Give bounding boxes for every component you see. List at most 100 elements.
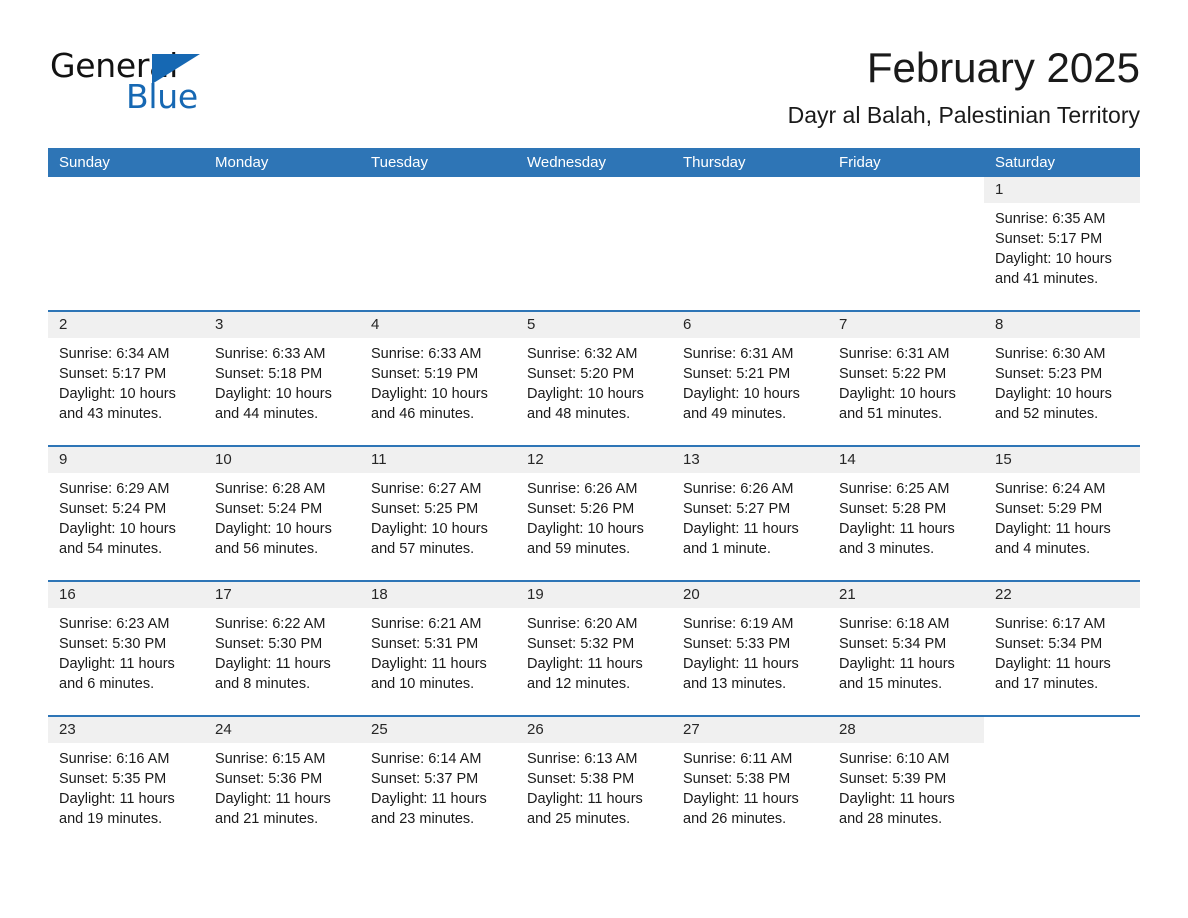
weekday-friday: Friday [839,154,881,172]
day-number: 6 [683,316,692,334]
day-number-strip [516,177,672,203]
calendar-day-cell[interactable]: 3 Sunrise: 6:33 AM Sunset: 5:18 PM Daylight… [204,312,360,446]
day-details: Sunrise: 6:11 AM Sunset: 5:38 PM Daylight:… [672,743,828,829]
calendar-day-cell[interactable]: 12 Sunrise: 6:26 AM Sunset: 5:26 PM Dayligh… [516,447,672,581]
calendar-day-cell[interactable]: 22 Sunrise: 6:17 AM Sunset: 5:34 PM Dayligh… [984,582,1140,716]
day-number: 1 [995,181,1004,199]
sunset-text: Sunset: 5:18 PM [215,366,323,383]
day-number: 27 [683,721,700,739]
day-number: 16 [59,586,76,604]
calendar-day-cell-empty [360,177,516,311]
calendar-day-cell[interactable]: 27 Sunrise: 6:11 AM Sunset: 5:38 PM Dayligh… [672,717,828,851]
day-number-strip: 18 [360,582,516,609]
day-number-strip: 14 [828,447,984,474]
day-number: 10 [215,451,232,469]
day-number-strip: 28 [828,717,984,744]
calendar-day-cell-empty [516,177,672,311]
daylight-text: Daylight: 11 hours and 25 minutes. [527,791,643,828]
sunset-text: Sunset: 5:30 PM [59,636,167,653]
calendar-day-cell[interactable]: 4 Sunrise: 6:33 AM Sunset: 5:19 PM Daylight… [360,312,516,446]
calendar-day-cell[interactable]: 1 Sunrise: 6:35 AM Sunset: 5:17 PM Daylight… [984,177,1140,311]
day-number-strip: 16 [48,582,204,609]
calendar-day-cell-empty [828,177,984,311]
sunset-text: Sunset: 5:38 PM [527,771,635,788]
daylight-text: Daylight: 11 hours and 15 minutes. [839,656,955,693]
day-number: 14 [839,451,856,469]
calendar-day-cell[interactable]: 6 Sunrise: 6:31 AM Sunset: 5:21 PM Daylight… [672,312,828,446]
daylight-text: Daylight: 11 hours and 12 minutes. [527,656,643,693]
calendar-day-cell[interactable]: 14 Sunrise: 6:25 AM Sunset: 5:28 PM Dayligh… [828,447,984,581]
day-details: Sunrise: 6:34 AM Sunset: 5:17 PM Daylight:… [48,338,204,424]
day-number-strip: 5 [516,312,672,339]
day-number: 25 [371,721,388,739]
sunrise-text: Sunrise: 6:25 AM [839,481,950,498]
calendar-day-cell[interactable]: 19 Sunrise: 6:20 AM Sunset: 5:32 PM Dayligh… [516,582,672,716]
day-number-strip: 8 [984,312,1140,339]
sunrise-text: Sunrise: 6:13 AM [527,751,638,768]
daylight-text: Daylight: 11 hours and 1 minute. [683,521,799,558]
daylight-text: Daylight: 11 hours and 8 minutes. [215,656,331,693]
calendar-day-cell-empty [984,717,1140,851]
day-number: 12 [527,451,544,469]
calendar-day-cell[interactable]: 26 Sunrise: 6:13 AM Sunset: 5:38 PM Dayligh… [516,717,672,851]
calendar-day-cell[interactable]: 21 Sunrise: 6:18 AM Sunset: 5:34 PM Dayligh… [828,582,984,716]
calendar-page: General Blue February 2025 Dayr al Balah… [0,0,1188,918]
day-number: 3 [215,316,224,334]
calendar-day-cell[interactable]: 24 Sunrise: 6:15 AM Sunset: 5:36 PM Dayligh… [204,717,360,851]
day-number-strip [360,177,516,203]
day-number-strip: 13 [672,447,828,474]
daylight-text: Daylight: 10 hours and 43 minutes. [59,386,176,423]
sunrise-text: Sunrise: 6:30 AM [995,346,1106,363]
sunset-text: Sunset: 5:19 PM [371,366,479,383]
title-block: February 2025 Dayr al Balah, Palestinian… [788,44,1140,128]
sunset-text: Sunset: 5:30 PM [215,636,323,653]
calendar-day-cell[interactable]: 28 Sunrise: 6:10 AM Sunset: 5:39 PM Dayligh… [828,717,984,851]
day-number: 9 [59,451,68,469]
calendar-day-cell[interactable]: 15 Sunrise: 6:24 AM Sunset: 5:29 PM Dayligh… [984,447,1140,581]
sunrise-text: Sunrise: 6:23 AM [59,616,170,633]
day-details: Sunrise: 6:16 AM Sunset: 5:35 PM Daylight:… [48,743,204,829]
day-number: 4 [371,316,380,334]
weekday-saturday: Saturday [995,154,1056,172]
day-number-strip: 15 [984,447,1140,474]
day-details: Sunrise: 6:32 AM Sunset: 5:20 PM Daylight:… [516,338,672,424]
calendar-day-cell[interactable]: 10 Sunrise: 6:28 AM Sunset: 5:24 PM Dayligh… [204,447,360,581]
calendar-day-cell[interactable]: 18 Sunrise: 6:21 AM Sunset: 5:31 PM Dayligh… [360,582,516,716]
sunrise-text: Sunrise: 6:27 AM [371,481,482,498]
daylight-text: Daylight: 11 hours and 13 minutes. [683,656,799,693]
calendar-day-cell[interactable]: 8 Sunrise: 6:30 AM Sunset: 5:23 PM Daylight… [984,312,1140,446]
calendar-day-cell[interactable]: 7 Sunrise: 6:31 AM Sunset: 5:22 PM Daylight… [828,312,984,446]
calendar-day-cell[interactable]: 5 Sunrise: 6:32 AM Sunset: 5:20 PM Daylight… [516,312,672,446]
sunset-text: Sunset: 5:25 PM [371,501,479,518]
daylight-text: Daylight: 10 hours and 56 minutes. [215,521,332,558]
calendar-day-cell[interactable]: 25 Sunrise: 6:14 AM Sunset: 5:37 PM Dayligh… [360,717,516,851]
calendar-day-cell[interactable]: 17 Sunrise: 6:22 AM Sunset: 5:30 PM Dayligh… [204,582,360,716]
day-number-strip: 22 [984,582,1140,609]
day-number: 21 [839,586,856,604]
sunrise-text: Sunrise: 6:26 AM [527,481,638,498]
calendar-day-cell[interactable]: 16 Sunrise: 6:23 AM Sunset: 5:30 PM Dayligh… [48,582,204,716]
generalblue-logo[interactable]: General Blue [48,44,233,116]
day-details: Sunrise: 6:14 AM Sunset: 5:37 PM Daylight:… [360,743,516,829]
calendar-day-cell[interactable]: 20 Sunrise: 6:19 AM Sunset: 5:33 PM Dayligh… [672,582,828,716]
calendar-day-cell[interactable]: 2 Sunrise: 6:34 AM Sunset: 5:17 PM Daylight… [48,312,204,446]
day-details: Sunrise: 6:20 AM Sunset: 5:32 PM Daylight:… [516,608,672,694]
day-number: 11 [371,451,387,469]
daylight-text: Daylight: 10 hours and 57 minutes. [371,521,488,558]
calendar-day-cell[interactable]: 23 Sunrise: 6:16 AM Sunset: 5:35 PM Dayligh… [48,717,204,851]
weekday-header-row: Sunday Monday Tuesday Wednesday Thursday… [48,148,1140,178]
daylight-text: Daylight: 11 hours and 3 minutes. [839,521,955,558]
day-details: Sunrise: 6:13 AM Sunset: 5:38 PM Daylight:… [516,743,672,829]
day-number: 23 [59,721,76,739]
calendar-day-cell[interactable]: 9 Sunrise: 6:29 AM Sunset: 5:24 PM Daylight… [48,447,204,581]
sunset-text: Sunset: 5:27 PM [683,501,791,518]
sunrise-text: Sunrise: 6:26 AM [683,481,794,498]
day-number-strip [828,177,984,203]
sunrise-text: Sunrise: 6:16 AM [59,751,170,768]
day-details: Sunrise: 6:19 AM Sunset: 5:33 PM Daylight:… [672,608,828,694]
calendar-day-cell[interactable]: 13 Sunrise: 6:26 AM Sunset: 5:27 PM Dayligh… [672,447,828,581]
sunrise-text: Sunrise: 6:31 AM [683,346,794,363]
day-number: 15 [995,451,1012,469]
calendar-day-cell[interactable]: 11 Sunrise: 6:27 AM Sunset: 5:25 PM Dayligh… [360,447,516,581]
sunrise-text: Sunrise: 6:29 AM [59,481,170,498]
